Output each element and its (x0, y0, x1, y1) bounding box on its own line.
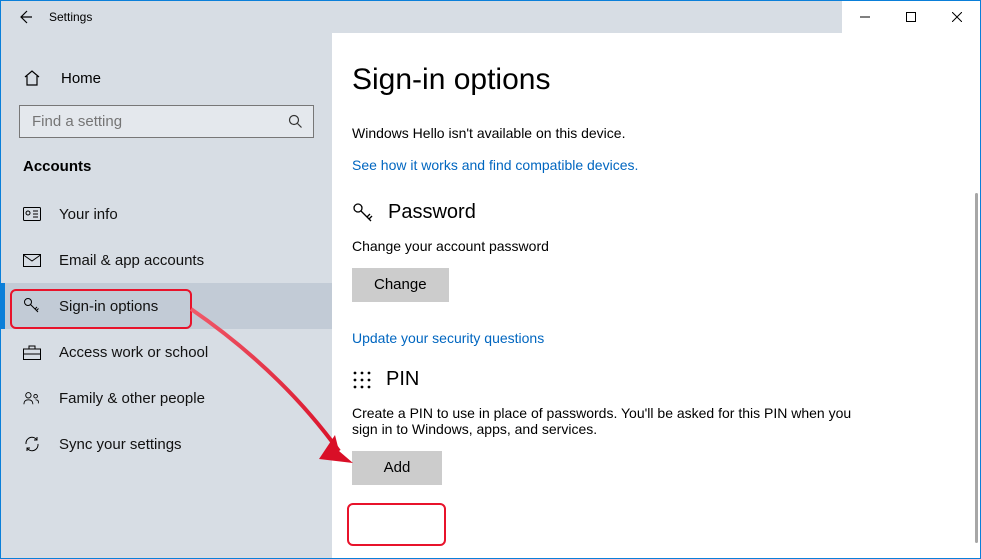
sidebar-item-sign-in-options[interactable]: Sign-in options (1, 283, 332, 329)
key-icon (352, 202, 374, 224)
search-box[interactable] (19, 105, 314, 138)
pin-pad-icon (352, 370, 372, 390)
pin-title: PIN (386, 368, 419, 391)
add-pin-button[interactable]: Add (352, 451, 442, 485)
sidebar-item-label: Your info (59, 206, 118, 223)
maximize-button[interactable] (888, 1, 934, 33)
window-title: Settings (49, 10, 92, 24)
page-title: Sign-in options (352, 63, 940, 97)
sidebar-item-label: Sign-in options (59, 298, 158, 315)
scrollbar[interactable] (975, 193, 978, 558)
main-content: Sign-in options Windows Hello isn't avai… (332, 33, 980, 558)
key-icon (23, 297, 41, 315)
people-icon (23, 390, 41, 406)
section-header-accounts: Accounts (1, 158, 332, 191)
home-nav[interactable]: Home (1, 63, 332, 105)
minimize-icon (860, 12, 870, 22)
briefcase-icon (23, 345, 41, 360)
home-icon (23, 69, 41, 87)
search-input[interactable] (30, 112, 288, 131)
maximize-icon (906, 12, 916, 22)
sidebar-item-label: Access work or school (59, 344, 208, 361)
close-icon (952, 12, 962, 22)
search-icon (288, 114, 303, 129)
password-heading: Password (352, 201, 940, 224)
scrollbar-thumb[interactable] (975, 193, 978, 543)
sidebar-item-email-app-accounts[interactable]: Email & app accounts (1, 237, 332, 283)
pin-desc: Create a PIN to use in place of password… (352, 405, 872, 437)
close-button[interactable] (934, 1, 980, 33)
window-body: Home Accounts Your info Email & app (1, 33, 980, 558)
update-security-questions-link[interactable]: Update your security questions (352, 330, 544, 346)
sidebar-item-label: Sync your settings (59, 436, 182, 453)
hello-link[interactable]: See how it works and find compatible dev… (352, 157, 638, 173)
change-password-button[interactable]: Change (352, 268, 449, 302)
sidebar-item-label: Email & app accounts (59, 252, 204, 269)
sidebar-item-your-info[interactable]: Your info (1, 191, 332, 237)
password-desc: Change your account password (352, 238, 940, 254)
sidebar-item-label: Family & other people (59, 390, 205, 407)
settings-window: Settings Home (0, 0, 981, 559)
back-button[interactable] (1, 1, 49, 33)
sidebar-item-access-work-school[interactable]: Access work or school (1, 329, 332, 375)
id-card-icon (23, 207, 41, 221)
password-title: Password (388, 201, 476, 224)
sidebar-item-sync-settings[interactable]: Sync your settings (1, 421, 332, 467)
pin-heading: PIN (352, 368, 940, 391)
sidebar: Home Accounts Your info Email & app (1, 33, 332, 558)
mail-icon (23, 254, 41, 267)
back-arrow-icon (17, 9, 33, 25)
titlebar: Settings (1, 1, 980, 33)
sync-icon (23, 435, 41, 453)
home-label: Home (61, 70, 101, 87)
sidebar-item-family-other-people[interactable]: Family & other people (1, 375, 332, 421)
minimize-button[interactable] (842, 1, 888, 33)
annotation-highlight-add (347, 503, 446, 546)
hello-notice: Windows Hello isn't available on this de… (352, 125, 940, 141)
